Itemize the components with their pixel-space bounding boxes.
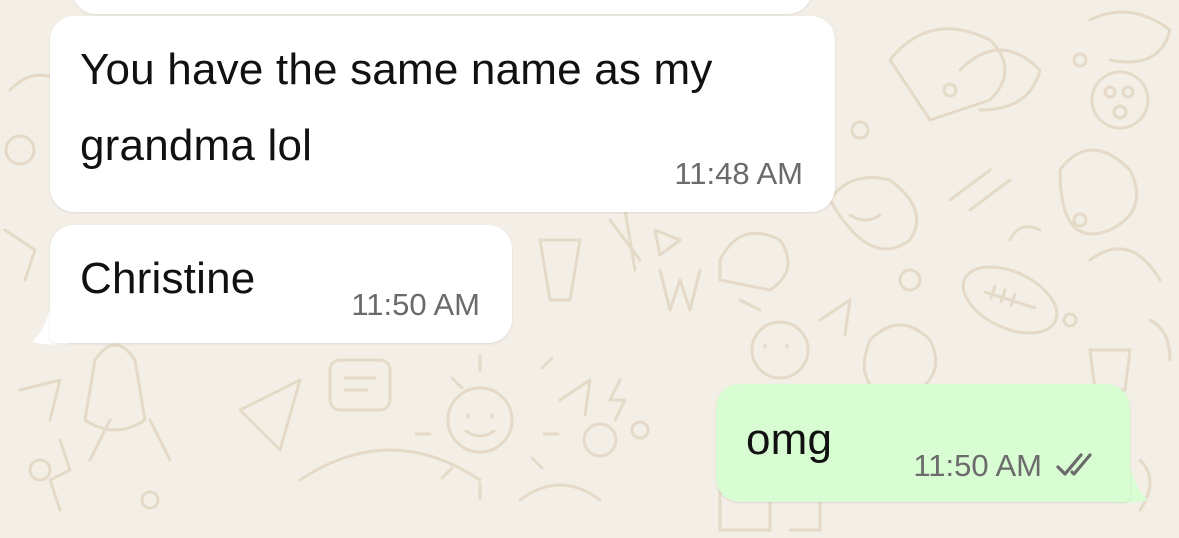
previous-message-bubble-edge [72,0,812,14]
message-timestamp: 11:48 AM [674,156,803,191]
incoming-message-bubble[interactable]: Christine 11:50 AM [50,225,512,343]
message-text: omg [746,415,833,464]
message-timestamp: 11:50 AM [351,287,480,322]
outgoing-message-bubble[interactable]: omg 11:50 AM [716,384,1130,502]
message-timestamp: 11:50 AM [913,448,1042,483]
incoming-message-bubble[interactable]: You have the same name as my grandma lol… [50,16,835,212]
double-check-icon [1056,453,1092,476]
message-text: Christine [80,254,256,303]
